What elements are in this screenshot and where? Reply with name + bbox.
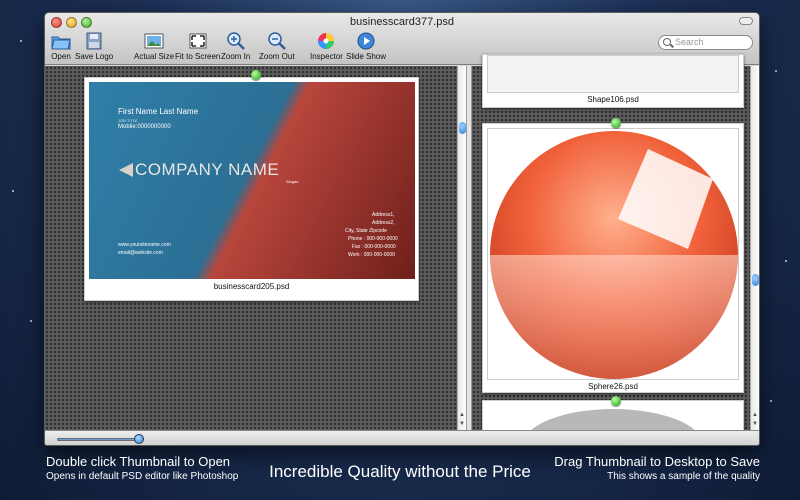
open-button[interactable]: Open <box>51 32 71 61</box>
business-card-preview: First Name Last Name JOB TITLE Mobile:00… <box>89 82 415 279</box>
star <box>12 190 14 192</box>
fit-to-screen-label: Fit to Screen <box>175 52 221 61</box>
card-fax: Fax : 000-000-0000 <box>352 244 396 250</box>
card-job-title: JOB TITLE <box>118 118 138 123</box>
thumbnail-filename: Sphere26.psd <box>588 382 638 391</box>
card-phone: Phone : 000-000-0000 <box>348 236 398 242</box>
sphere-preview <box>487 128 739 380</box>
thumbnail-businesscard[interactable]: First Name Last Name JOB TITLE Mobile:00… <box>84 77 419 301</box>
actual-size-label: Actual Size <box>134 52 175 61</box>
open-label: Open <box>51 52 71 61</box>
zoom-in-label: Zoom In <box>221 52 251 61</box>
left-scrollbar[interactable]: ▲ ▼ <box>457 66 466 430</box>
thumbnail-filename: businesscard205.psd <box>213 282 290 291</box>
scroll-knob[interactable] <box>752 274 759 286</box>
search-input[interactable]: Search <box>658 35 753 50</box>
card-company-logo: COMPANY NAME <box>118 160 280 179</box>
promo-right-subtitle: This shows a sample of the quality <box>607 471 760 482</box>
pin-icon <box>611 396 621 406</box>
search-placeholder: Search <box>675 37 704 47</box>
slider-knob[interactable] <box>134 434 144 444</box>
card-work: Work : 000-000-0000 <box>348 252 395 258</box>
thumbnail-sphere[interactable]: Sphere26.psd <box>482 123 744 393</box>
window-title: businesscard377.psd <box>350 16 454 28</box>
scroll-up-arrow[interactable]: ▲ <box>752 412 758 418</box>
thumbnail-shape[interactable]: Shape106.psd <box>482 54 744 108</box>
thumbnail-list-pane[interactable]: Shape106.psd Sphere26.psd <box>472 54 750 440</box>
play-icon <box>357 32 375 50</box>
scroll-down-arrow[interactable]: ▼ <box>752 421 758 427</box>
card-address1: Address1, <box>372 212 395 218</box>
preview-pane[interactable]: First Name Last Name JOB TITLE Mobile:00… <box>45 66 457 430</box>
scroll-knob[interactable] <box>459 122 466 134</box>
right-scrollbar[interactable]: ▲ ▼ <box>750 66 759 430</box>
slide-show-button[interactable]: Slide Show <box>346 32 386 61</box>
star <box>30 320 32 322</box>
star <box>775 70 777 72</box>
zoom-in-button[interactable]: Zoom In <box>221 32 250 61</box>
status-bar <box>45 430 759 445</box>
sphere-graphic <box>490 131 738 379</box>
shape-preview <box>487 55 739 93</box>
fit-screen-icon <box>189 33 207 49</box>
scroll-up-arrow[interactable]: ▲ <box>459 412 465 418</box>
scroll-down-arrow[interactable]: ▼ <box>459 421 465 427</box>
card-name: First Name Last Name <box>118 107 199 116</box>
star <box>20 40 22 42</box>
star <box>770 400 772 402</box>
zoom-out-button[interactable]: Zoom Out <box>259 32 295 61</box>
thumbnail-filename: Shape106.psd <box>587 95 639 104</box>
folder-icon <box>51 36 71 50</box>
search-icon <box>663 38 671 46</box>
zoom-out-label: Zoom Out <box>259 52 295 61</box>
card-email: email@website.com <box>118 250 163 256</box>
card-website: www.yoursitename.com <box>118 242 171 248</box>
actual-size-button[interactable]: Actual Size <box>134 32 174 61</box>
zoom-out-icon <box>268 32 286 50</box>
toolbar-toggle-button[interactable] <box>739 17 753 25</box>
pin-icon <box>611 118 621 128</box>
inspector-label: Inspector <box>310 52 343 61</box>
save-logo-button[interactable]: Save Logo <box>75 32 113 61</box>
card-mobile: Mobile:0000000000 <box>118 124 171 130</box>
app-window: businesscard377.psd Open Save Logo Actua… <box>44 12 760 446</box>
fit-to-screen-button[interactable]: Fit to Screen <box>175 32 220 61</box>
pin-icon <box>251 70 261 80</box>
star <box>785 260 787 262</box>
picture-icon <box>144 33 164 49</box>
thumbnail-size-slider[interactable] <box>57 438 141 441</box>
zoom-in-icon <box>226 32 245 50</box>
slide-show-label: Slide Show <box>346 52 387 61</box>
color-wheel-icon <box>318 33 335 49</box>
inspector-button[interactable]: Inspector <box>310 32 343 61</box>
promo-right-title: Drag Thumbnail to Desktop to Save <box>554 454 760 469</box>
save-logo-label: Save Logo <box>75 52 114 61</box>
card-city: City, State Zipcode <box>345 228 387 234</box>
card-address2: Address2, <box>372 220 395 226</box>
disk-icon <box>86 32 102 50</box>
card-slogan: Slogan <box>286 179 299 184</box>
